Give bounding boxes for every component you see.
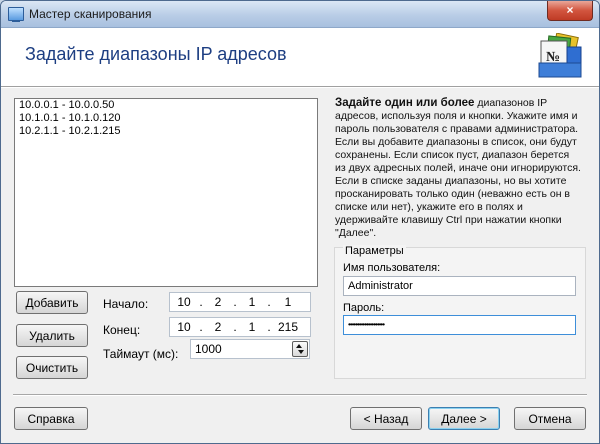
logo-text: № bbox=[546, 50, 560, 65]
list-item[interactable]: 10.2.1.1 - 10.2.1.215 bbox=[15, 125, 317, 138]
username-input[interactable]: Administrator bbox=[343, 276, 576, 296]
timeout-label: Таймаут (мс): bbox=[103, 347, 179, 361]
ip-octet[interactable]: 1 bbox=[238, 320, 266, 334]
ip-octet[interactable]: 10 bbox=[170, 320, 198, 334]
ip-octet[interactable]: 1 bbox=[238, 295, 266, 309]
add-button[interactable]: Добавить bbox=[16, 291, 88, 314]
list-item[interactable]: 10.0.0.1 - 10.0.0.50 bbox=[15, 99, 317, 112]
next-button[interactable]: Далее > bbox=[428, 407, 500, 430]
ip-dot: . bbox=[267, 295, 271, 309]
page-title: Задайте диапазоны IP адресов bbox=[25, 44, 287, 64]
header-divider bbox=[1, 87, 599, 88]
ip-range-list[interactable]: 10.0.0.1 - 10.0.0.50 10.1.0.1 - 10.1.0.1… bbox=[14, 98, 318, 287]
wizard-header: Задайте диапазоны IP адресов № bbox=[1, 28, 599, 87]
wizard-window: Мастер сканирования × Задайте диапазоны … bbox=[0, 0, 600, 444]
password-label: Пароль: bbox=[343, 302, 385, 314]
start-ip-field[interactable]: 10 . 2 . 1 . 1 bbox=[169, 292, 311, 312]
instructions-body: диапазонов IP адресов, используя поля и … bbox=[335, 97, 581, 239]
instructions-bold: Задайте один или более bbox=[335, 97, 475, 109]
start-label: Начало: bbox=[103, 297, 149, 311]
up-down-arrows-icon bbox=[296, 344, 304, 354]
end-label: Конец: bbox=[103, 323, 141, 337]
spin-button[interactable] bbox=[292, 341, 308, 357]
cancel-button[interactable]: Отмена bbox=[514, 407, 586, 430]
ip-octet[interactable]: 1 bbox=[274, 295, 302, 309]
bottom-divider bbox=[13, 394, 587, 396]
delete-button[interactable]: Удалить bbox=[16, 324, 88, 347]
timeout-value[interactable]: 1000 bbox=[195, 342, 222, 356]
timeout-stepper[interactable]: 1000 bbox=[190, 339, 310, 359]
username-label: Имя пользователя: bbox=[343, 262, 441, 274]
ip-dot: . bbox=[267, 320, 271, 334]
ip-octet[interactable]: 215 bbox=[274, 320, 302, 334]
folder-document-icon: № bbox=[538, 33, 582, 78]
instructions-text: Задайте один или более диапазонов IP адр… bbox=[335, 97, 581, 249]
monitor-icon bbox=[8, 7, 24, 22]
title-bar[interactable]: Мастер сканирования × bbox=[1, 1, 599, 28]
parameters-group: Параметры Имя пользователя: Administrato… bbox=[334, 245, 586, 379]
parameters-legend: Параметры bbox=[343, 245, 406, 257]
ip-octet[interactable]: 2 bbox=[204, 295, 232, 309]
back-button[interactable]: < Назад bbox=[350, 407, 422, 430]
window-title: Мастер сканирования bbox=[29, 7, 152, 21]
end-ip-field[interactable]: 10 . 2 . 1 . 215 bbox=[169, 317, 311, 337]
list-item[interactable]: 10.1.0.1 - 10.1.0.120 bbox=[15, 112, 317, 125]
ip-octet[interactable]: 2 bbox=[204, 320, 232, 334]
ip-octet[interactable]: 10 bbox=[170, 295, 198, 309]
close-button[interactable]: × bbox=[547, 1, 593, 21]
clear-button[interactable]: Очистить bbox=[16, 356, 88, 379]
password-input[interactable]: •••••••••••••••••••• bbox=[343, 315, 576, 335]
help-button[interactable]: Справка bbox=[14, 407, 88, 430]
